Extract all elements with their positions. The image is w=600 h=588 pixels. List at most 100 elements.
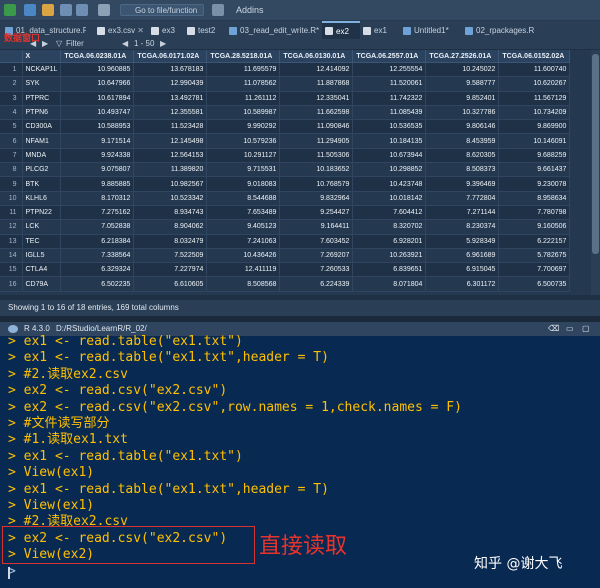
value-cell: 5.928349 — [425, 234, 500, 249]
column-header[interactable]: TCGA.06.2557.01A — [352, 50, 427, 63]
grid-scrollbar[interactable] — [591, 50, 600, 295]
gene-name-cell: CTLA4 — [22, 262, 62, 278]
value-cell: 8.620305 — [425, 148, 500, 164]
value-cell: 6.224339 — [279, 276, 354, 292]
table-row: 12 LCK 7.052838 8.904062 9.405123 9.164411 8.3… — [0, 219, 571, 235]
save-all-icon[interactable] — [76, 4, 88, 16]
value-cell: 6.915045 — [425, 262, 500, 278]
gene-name-cell: NCKAP1L — [22, 62, 62, 78]
value-cell: 9.715531 — [206, 162, 281, 178]
forward-arrow-icon[interactable]: ▶ — [42, 39, 48, 48]
console-line: > ex1 <- read.table("ex1.txt") — [8, 448, 243, 464]
column-header[interactable]: TCGA.06.0152.02A — [498, 50, 571, 63]
column-header[interactable]: TCGA.06.0130.01A — [279, 50, 354, 63]
row-number-cell: 7 — [0, 148, 23, 164]
value-cell: 10.018142 — [352, 191, 427, 206]
value-cell: 10.647966 — [60, 76, 135, 92]
console-line: > View(ex1) — [8, 465, 95, 481]
value-cell: 5.782675 — [498, 248, 571, 264]
tab-ex3-csv[interactable]: ex3.csv ✕ — [94, 23, 146, 38]
gene-name-cell: NFAM1 — [22, 133, 62, 149]
value-cell: 10.734209 — [498, 105, 571, 121]
value-cell: 10.493747 — [60, 105, 135, 121]
value-cell: 9.885885 — [60, 176, 135, 192]
gene-name-cell: LCK — [22, 219, 62, 235]
gene-name-cell: PLCG2 — [22, 162, 62, 178]
value-cell: 10.245022 — [425, 62, 500, 78]
clear-console-icon[interactable]: ⌫ — [548, 322, 559, 336]
column-header[interactable]: TCGA.28.5218.01A — [206, 50, 281, 63]
viewer-toolbar: ◀ ▶ ▽ Filter ◀ 1 - 50 ▶ — [0, 39, 600, 49]
gene-name-cell: PTPRC — [22, 91, 62, 106]
value-cell: 7.522509 — [133, 248, 208, 264]
value-cell: 10.327786 — [425, 105, 500, 121]
tab-ex1[interactable]: ex1 — [360, 23, 396, 38]
goto-file-input[interactable]: Go to file/function — [120, 4, 204, 16]
row-number-cell: 9 — [0, 176, 23, 192]
value-cell: 10.579236 — [206, 133, 281, 149]
grid-layout-icon[interactable] — [212, 4, 224, 16]
value-cell: 11.261112 — [206, 91, 281, 106]
column-header[interactable]: TCGA.27.2526.01A — [425, 50, 500, 63]
gene-name-cell: TEC — [22, 234, 62, 249]
row-number-cell: 14 — [0, 248, 23, 264]
page-next-icon[interactable]: ▶ — [160, 39, 166, 48]
value-cell: 10.263921 — [352, 248, 427, 264]
page-prev-icon[interactable]: ◀ — [122, 39, 128, 48]
table-header-row: X TCGA.06.0238.01A TCGA.06.0171.02A TCGA.28… — [0, 50, 571, 63]
value-cell: 10.291127 — [206, 148, 281, 164]
value-cell: 7.227974 — [133, 262, 208, 278]
value-cell: 8.230374 — [425, 219, 500, 235]
value-cell: 10.673944 — [352, 148, 427, 164]
watermark: 知乎 @谢大飞 — [474, 556, 563, 572]
maximize-icon[interactable]: ▢ — [582, 322, 590, 336]
value-cell: 9.405123 — [206, 219, 281, 235]
column-header[interactable]: TCGA.06.0171.02A — [133, 50, 208, 63]
minimize-icon[interactable]: ▭ — [566, 322, 574, 336]
new-file-icon[interactable] — [4, 4, 16, 16]
value-cell: 6.500735 — [498, 276, 571, 292]
scrollbar-thumb[interactable] — [592, 54, 599, 254]
value-cell: 6.961689 — [425, 248, 500, 264]
column-header[interactable]: TCGA.06.0238.01A — [60, 50, 135, 63]
value-cell: 9.254427 — [279, 205, 354, 221]
print-icon[interactable] — [98, 4, 110, 16]
console-line: > #文件读写部分 — [8, 416, 110, 431]
open-file-icon[interactable] — [42, 4, 54, 16]
tab-02-rpackages[interactable]: 02_rpackages.R — [462, 23, 540, 38]
csv-file-icon — [97, 27, 105, 35]
value-cell: 11.523428 — [133, 119, 208, 135]
value-cell: 7.603452 — [279, 234, 354, 249]
tab-ex3[interactable]: ex3 — [148, 23, 184, 38]
console-line: > View(ex1) — [8, 498, 95, 513]
value-cell: 10.183652 — [279, 162, 354, 178]
value-cell: 9.171514 — [60, 133, 135, 149]
value-cell: 12.564153 — [133, 148, 208, 164]
save-icon[interactable] — [60, 4, 72, 16]
tab-03-read-edit-write[interactable]: 03_read_edit_write.R* — [226, 23, 322, 38]
value-cell: 13.492781 — [133, 91, 208, 106]
gene-name-cell: CD79A — [22, 276, 62, 292]
value-cell: 10.617894 — [60, 91, 135, 106]
table-row: 7 MNDA 9.924338 12.564153 10.291127 11.505306… — [0, 148, 571, 164]
close-icon[interactable]: ✕ — [137, 23, 144, 38]
column-header[interactable]: X — [22, 50, 62, 63]
page-range-label: 1 - 50 — [134, 39, 155, 48]
open-project-icon[interactable] — [24, 4, 36, 16]
value-cell: 7.271144 — [425, 205, 500, 221]
table-row: 6 NFAM1 9.171514 12.145498 10.579236 11.29490… — [0, 133, 571, 149]
tab-test2[interactable]: test2 — [184, 23, 226, 38]
row-number-header[interactable] — [0, 50, 23, 63]
addins-button[interactable]: Addins — [236, 4, 264, 16]
value-cell: 12.990439 — [133, 76, 208, 92]
row-number-cell: 10 — [0, 191, 23, 206]
value-cell: 7.700697 — [498, 262, 571, 278]
value-cell: 10.523342 — [133, 191, 208, 206]
r-file-icon — [465, 27, 473, 35]
gene-name-cell: MNDA — [22, 148, 62, 164]
filter-icon[interactable]: ▽ — [56, 39, 62, 48]
tab-untitled1[interactable]: Untitled1* — [400, 23, 462, 38]
tab-ex2[interactable]: ex2 — [322, 21, 360, 39]
filter-label[interactable]: Filter — [66, 39, 84, 48]
value-cell: 6.839651 — [352, 262, 427, 278]
